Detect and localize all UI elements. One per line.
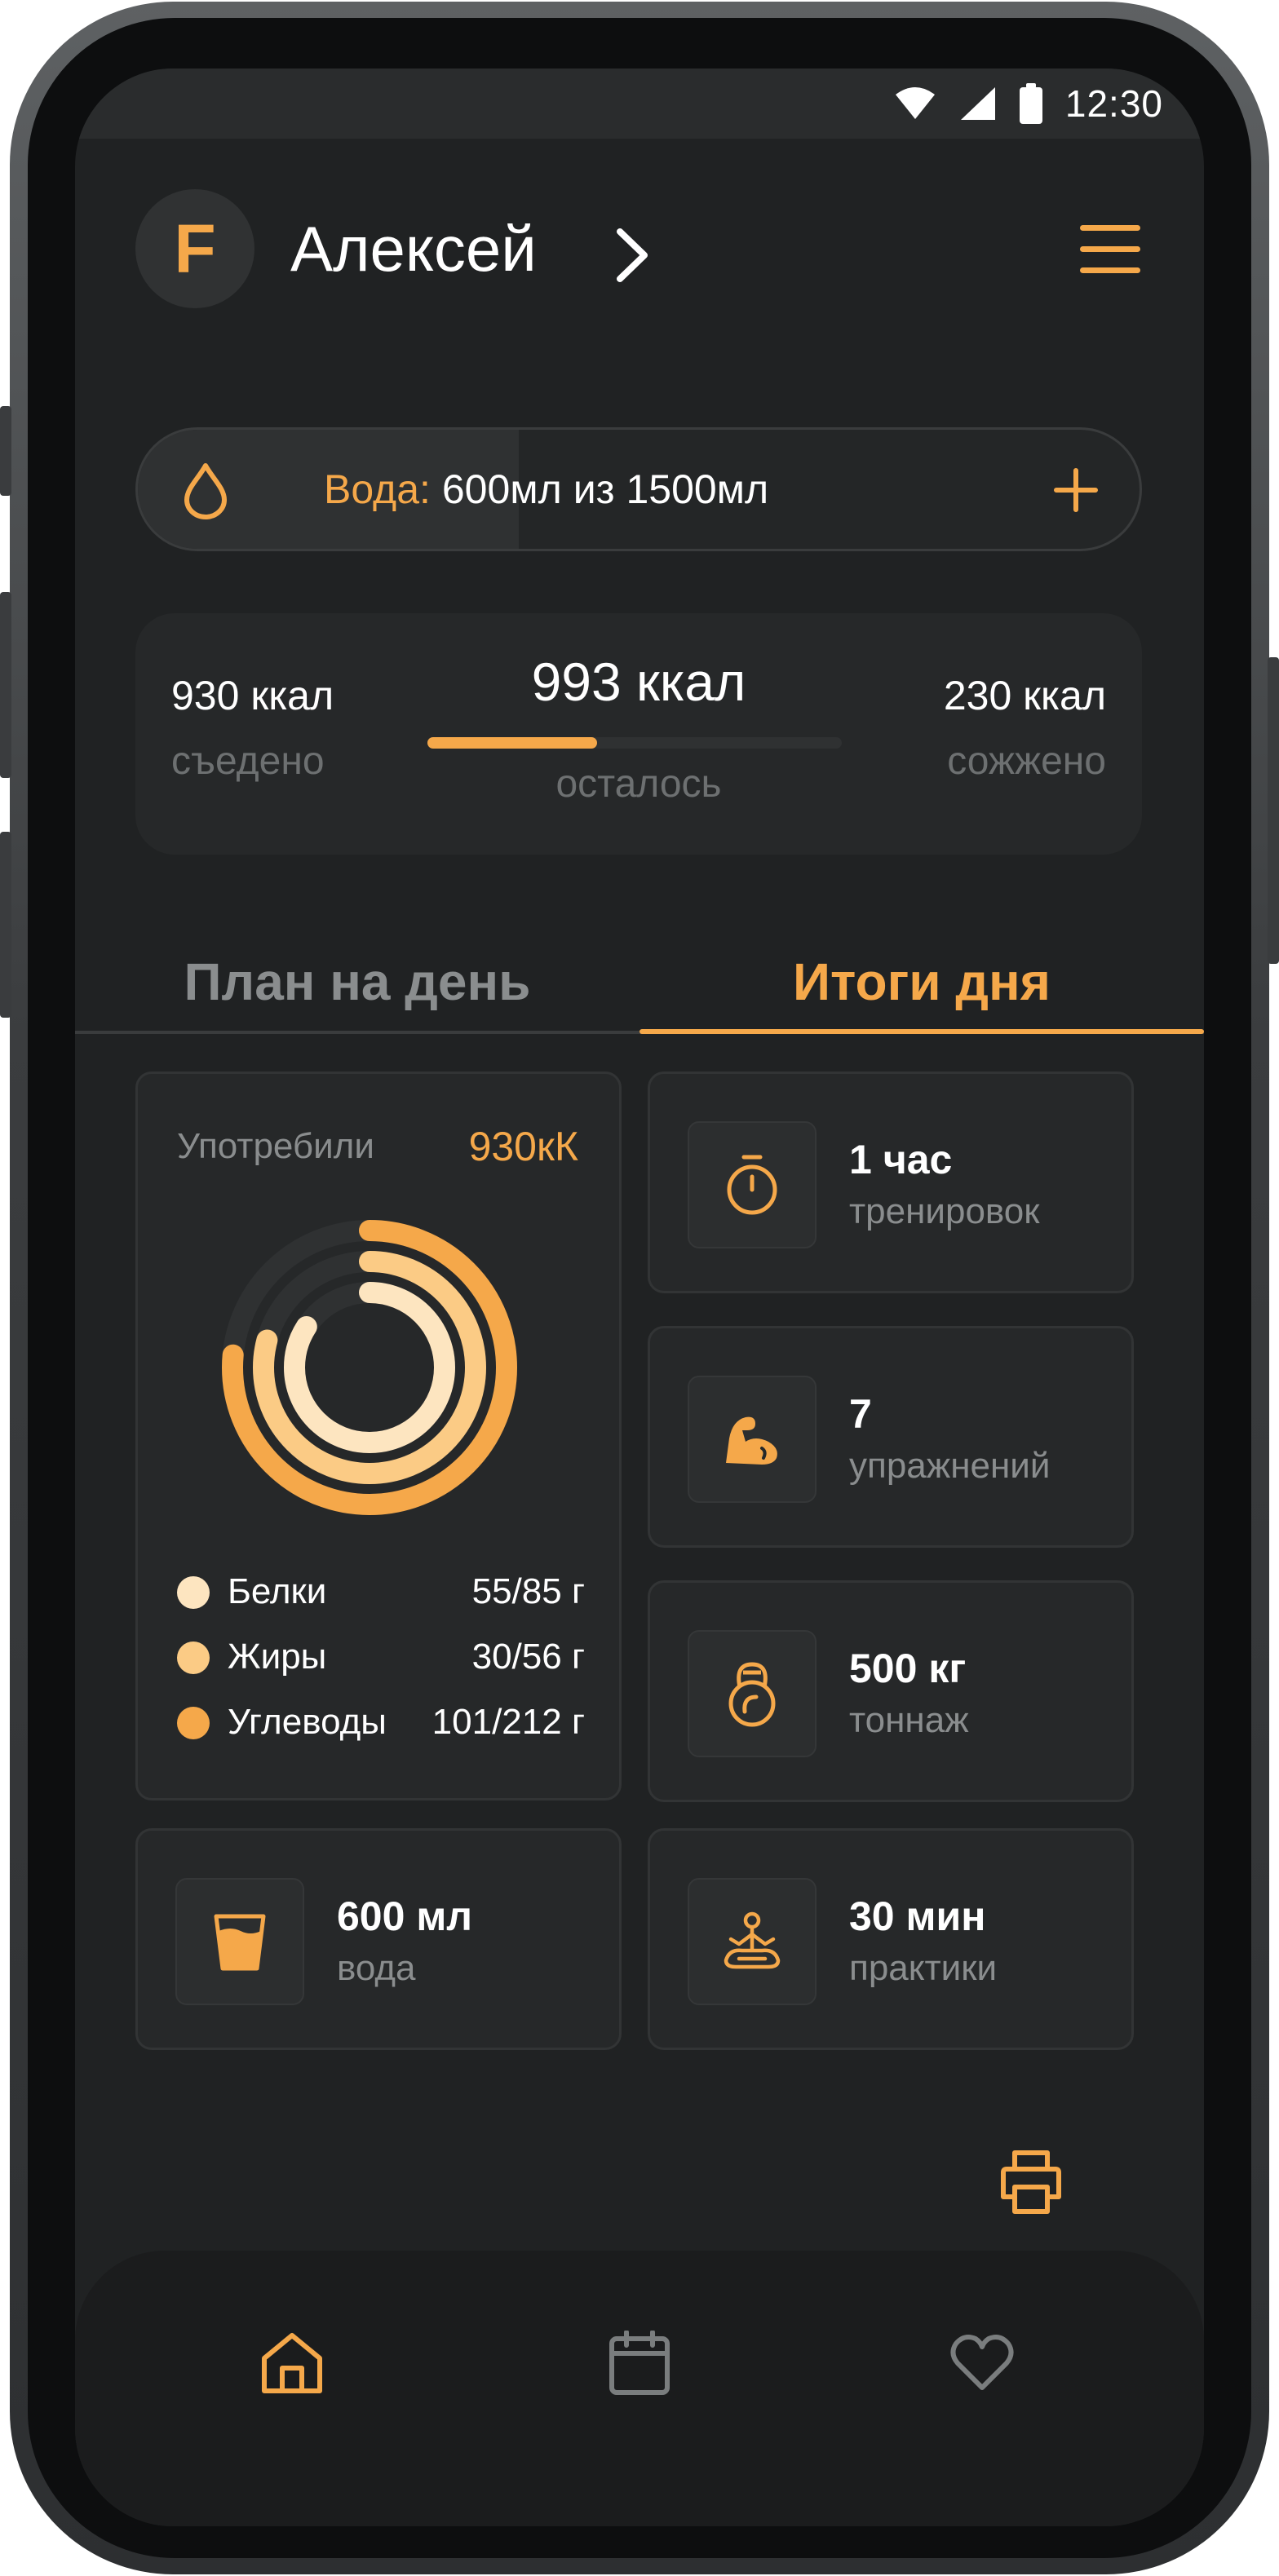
- wifi-icon: [895, 87, 935, 119]
- stat-icon-box: [175, 1878, 304, 2005]
- calories-summary-card: 930 ккал съедено 993 ккал осталось 230 к…: [135, 613, 1142, 855]
- practice-value: 30 мин: [849, 1893, 986, 1939]
- phone-power-button: [1268, 657, 1279, 964]
- macro-name-protein: Белки: [228, 1571, 327, 1611]
- battery-icon: [1019, 83, 1042, 124]
- tonnage-caption: тоннаж: [849, 1700, 969, 1740]
- calories-burned-label: сожжено: [947, 740, 1106, 783]
- calories-burned-value: 230 ккал: [943, 673, 1106, 718]
- calories-eaten-label: съедено: [171, 740, 325, 783]
- water-tracker[interactable]: Вода: 600мл из 1500мл: [135, 427, 1142, 551]
- protein-dot: [177, 1576, 210, 1609]
- exercises-value: 7: [849, 1391, 872, 1437]
- avatar-letter: F: [174, 210, 216, 287]
- water-label: Вода:: [324, 466, 431, 512]
- status-bar: 12:30: [75, 68, 1204, 139]
- water-cup-icon: [214, 1914, 266, 1971]
- tab-day-results[interactable]: Итоги дня: [640, 941, 1204, 1031]
- carbs-dot: [177, 1707, 210, 1739]
- day-tabs: План на день Итоги дня: [75, 941, 1204, 1034]
- chevron-right-icon[interactable]: [613, 227, 651, 284]
- avatar[interactable]: F: [135, 189, 254, 308]
- macro-row-carbs: Углеводы 101/212 г: [177, 1694, 585, 1759]
- status-time: 12:30: [1064, 82, 1163, 125]
- printer-icon[interactable]: [997, 2148, 1065, 2216]
- macro-value-fat: 30/56 г: [471, 1637, 585, 1677]
- water-amount: 600мл из 1500мл: [441, 466, 769, 512]
- phone-volume-up-button: [0, 592, 11, 778]
- user-name[interactable]: Алексей: [290, 212, 537, 286]
- water-stat-caption: вода: [337, 1948, 416, 1988]
- macro-row-fat: Жиры 30/56 г: [177, 1628, 585, 1694]
- stat-icon-box: [688, 1878, 817, 2005]
- tab-day-plan[interactable]: План на день: [75, 941, 640, 1031]
- stat-card-exercises[interactable]: 7 упражнений: [648, 1326, 1134, 1548]
- macro-value-protein: 55/85 г: [471, 1571, 585, 1611]
- calendar-icon[interactable]: [607, 2331, 672, 2396]
- practice-caption: практики: [849, 1948, 998, 1988]
- calories-remaining-label: осталось: [555, 762, 722, 806]
- stat-icon-box: [688, 1121, 817, 1248]
- phone-volume-down-button: [0, 832, 11, 1018]
- calories-progress-bar: [427, 737, 842, 749]
- stopwatch-icon: [727, 1155, 777, 1215]
- stat-icon-box: [688, 1376, 817, 1503]
- stat-card-tonnage[interactable]: 500 кг тоннаж: [648, 1580, 1134, 1802]
- macro-row-protein: Белки 55/85 г: [177, 1563, 585, 1628]
- workouts-value: 1 час: [849, 1137, 953, 1182]
- exercises-caption: упражнений: [849, 1446, 1051, 1486]
- muscle-arm-icon: [726, 1416, 777, 1465]
- hamburger-menu-icon[interactable]: [1080, 223, 1140, 276]
- add-water-plus-icon[interactable]: [1051, 466, 1100, 515]
- water-drop-icon: [184, 463, 227, 519]
- stat-card-practice[interactable]: 30 мин практики: [648, 1828, 1134, 2050]
- calories-progress-fill: [427, 737, 598, 749]
- macro-legend: Белки 55/85 г Жиры 30/56 г Углеводы 101/…: [177, 1563, 585, 1759]
- fat-dot: [177, 1641, 210, 1674]
- workouts-caption: тренировок: [849, 1191, 1040, 1231]
- consumed-value: 930кК: [468, 1124, 578, 1169]
- consumed-title: Употребили: [177, 1126, 374, 1166]
- active-tab-indicator: [640, 1029, 1204, 1034]
- macro-rings-chart: [222, 1220, 517, 1515]
- macro-name-carbs: Углеводы: [228, 1702, 387, 1742]
- home-icon[interactable]: [259, 2331, 325, 2396]
- app-screen: 12:30 F Алексей Вода: 600мл из 1500мл 93…: [75, 68, 1204, 2526]
- consumed-macros-card[interactable]: Употребили 930кК Белки 55/85 г Жиры 30/5…: [135, 1071, 622, 1801]
- stat-card-workouts[interactable]: 1 час тренировок: [648, 1071, 1134, 1293]
- calories-eaten-value: 930 ккал: [171, 673, 334, 718]
- bottom-navigation: [75, 2251, 1204, 2526]
- macro-value-carbs: 101/212 г: [431, 1702, 585, 1742]
- macro-name-fat: Жиры: [228, 1637, 327, 1677]
- stat-icon-box: [688, 1630, 817, 1757]
- water-text: Вода: 600мл из 1500мл: [324, 466, 768, 513]
- stat-card-water[interactable]: 600 мл вода: [135, 1828, 622, 2050]
- meditation-icon: [724, 1911, 781, 1969]
- signal-icon: [960, 87, 995, 120]
- calories-remaining-value: 993 ккал: [531, 652, 746, 712]
- tonnage-value: 500 кг: [849, 1646, 967, 1691]
- phone-side-button: [0, 406, 11, 496]
- kettlebell-icon: [728, 1662, 776, 1727]
- water-stat-value: 600 мл: [337, 1893, 473, 1939]
- heart-icon[interactable]: [949, 2331, 1015, 2396]
